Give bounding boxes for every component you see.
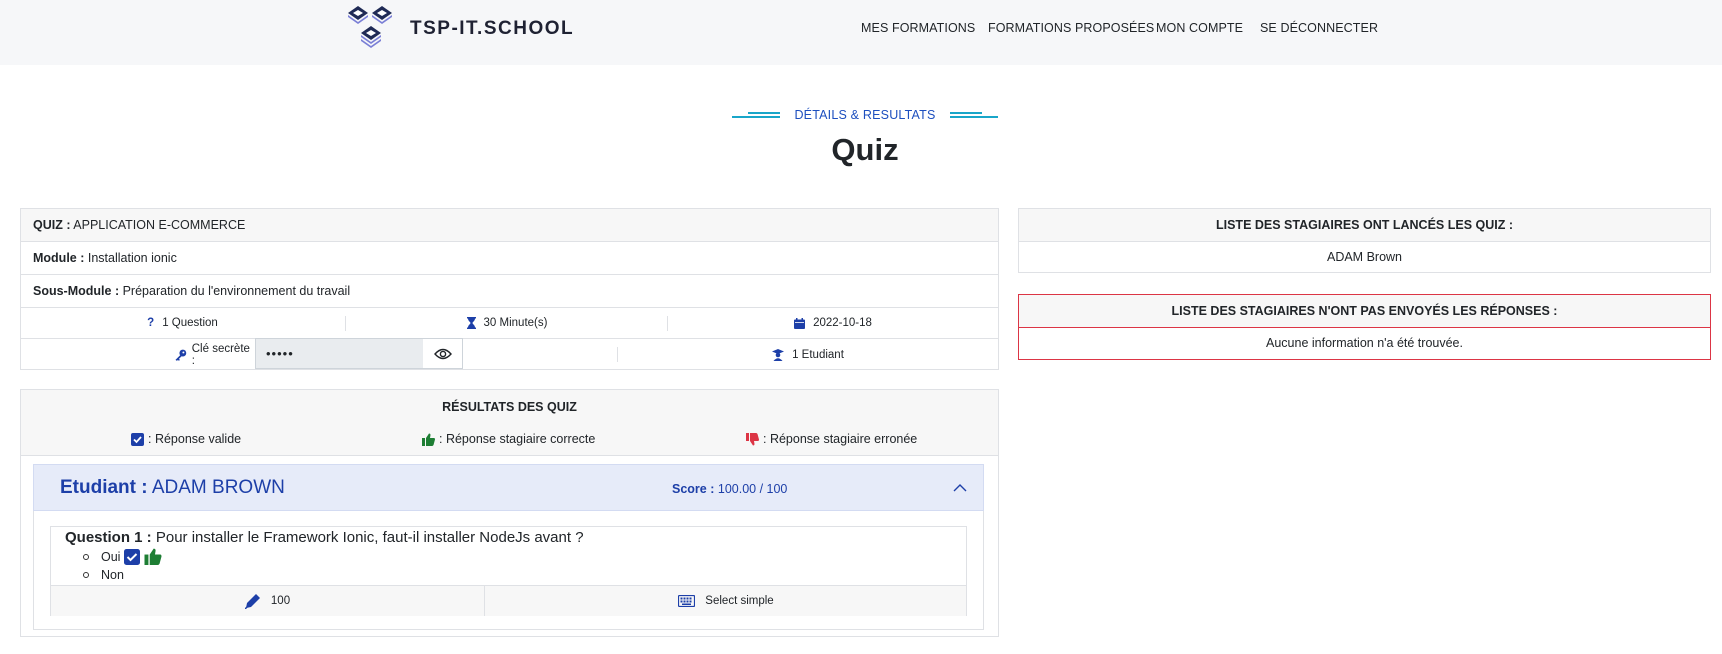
results-header: RÉSULTATS DES QUIZ bbox=[21, 390, 998, 456]
nav-formations-proposees[interactable]: FORMATIONS PROPOSÉES bbox=[988, 21, 1154, 35]
pen-icon bbox=[244, 594, 260, 609]
stats-row: ? 1 Question 30 Minute(s) 2022-10-18 bbox=[21, 308, 998, 339]
not-sent-list-heading: LISTE DES STAGIAIRES N'ONT PAS ENVOYÉS L… bbox=[1019, 295, 1710, 328]
question-card: Question 1 : Pour installer le Framework… bbox=[50, 526, 967, 616]
section-subtitle-text: DÉTAILS & RESULTATS bbox=[794, 108, 936, 122]
legend-correct-text: : Réponse stagiaire correcte bbox=[439, 432, 596, 446]
not-sent-list-card: LISTE DES STAGIAIRES N'ONT PAS ENVOYÉS L… bbox=[1018, 294, 1711, 360]
calendar-icon bbox=[794, 317, 806, 329]
legend-valid-text: : Réponse valide bbox=[148, 432, 242, 446]
duration: 30 Minute(s) bbox=[346, 308, 668, 338]
eye-icon bbox=[433, 348, 452, 359]
thumbs-up-icon bbox=[144, 548, 162, 565]
question-type-text: Select simple bbox=[705, 595, 774, 607]
results-heading: RÉSULTATS DES QUIZ bbox=[442, 400, 577, 414]
bullet-icon bbox=[83, 553, 89, 560]
question-points-text: 100 bbox=[270, 595, 291, 607]
quiz-label: QUIZ : bbox=[33, 218, 71, 232]
option-oui: Oui bbox=[83, 548, 162, 565]
question-label: Question 1 : bbox=[65, 529, 152, 546]
nav-mon-compte[interactable]: MON COMPTE bbox=[1156, 21, 1243, 35]
quiz-row: QUIZ : APPLICATION E-COMMERCE bbox=[21, 209, 998, 242]
launched-list-item: ADAM Brown bbox=[1326, 250, 1403, 264]
launched-list-card: LISTE DES STAGIAIRES ONT LANCÉS LES QUIZ… bbox=[1018, 208, 1711, 273]
secret-key-label: Clé secrète : bbox=[191, 342, 250, 367]
date-text: 2022-10-18 bbox=[813, 317, 872, 329]
launched-list-heading: LISTE DES STAGIAIRES ONT LANCÉS LES QUIZ… bbox=[1019, 209, 1710, 242]
section-subtitle: DÉTAILS & RESULTATS bbox=[732, 108, 998, 122]
secret-key-input[interactable]: ••••• bbox=[255, 338, 424, 369]
question-title: Question 1 : Pour installer le Framework… bbox=[65, 529, 584, 546]
thumbs-up-icon bbox=[422, 433, 435, 446]
toggle-visibility-button[interactable] bbox=[423, 338, 463, 369]
sous-module-row: Sous-Module : Préparation du l'environne… bbox=[21, 275, 998, 308]
legend-wrong-text: : Réponse stagiaire erronée bbox=[763, 432, 918, 446]
student-accordion-header[interactable]: Etudiant : ADAM BROWN Score : 100.00 / 1… bbox=[33, 464, 984, 511]
chevron-up-icon[interactable] bbox=[953, 483, 967, 492]
question-points: 100 bbox=[51, 586, 485, 616]
quiz-value: APPLICATION E-COMMERCE bbox=[73, 218, 246, 232]
decor-lines-left bbox=[732, 112, 781, 121]
top-navbar: TSP-IT.SCHOOL MES FORMATIONS FORMATIONS … bbox=[0, 0, 1722, 65]
quiz-info-card: QUIZ : APPLICATION E-COMMERCE Module : I… bbox=[20, 208, 999, 370]
secret-key-label-wrap: Clé secrète : bbox=[175, 339, 255, 370]
score: Score : 100.00 / 100 bbox=[672, 482, 787, 496]
legend-valid: : Réponse valide bbox=[131, 432, 241, 446]
option-non-text: Non bbox=[101, 568, 124, 582]
nav-mes-formations[interactable]: MES FORMATIONS bbox=[861, 21, 975, 35]
page-title: Quiz bbox=[831, 132, 899, 167]
bullet-icon bbox=[83, 572, 89, 578]
option-non: Non bbox=[83, 568, 124, 582]
module-label: Module : bbox=[33, 251, 85, 265]
key-icon bbox=[175, 349, 187, 361]
module-value: Installation ionic bbox=[87, 251, 177, 265]
question-footer: 100 Select simple bbox=[51, 585, 966, 616]
graduate-icon bbox=[772, 348, 785, 361]
question-text: Pour installer le Framework Ionic, faut-… bbox=[155, 529, 584, 546]
question-count-text: 1 Question bbox=[162, 317, 218, 329]
decor-lines-right bbox=[949, 112, 998, 121]
logo-icon[interactable] bbox=[346, 4, 398, 54]
legend-wrong: : Réponse stagiaire erronée bbox=[746, 432, 917, 446]
question-mark-icon: ? bbox=[147, 317, 155, 329]
brand-name[interactable]: TSP-IT.SCHOOL bbox=[410, 18, 574, 40]
section-subtitle-wrap: DÉTAILS & RESULTATS bbox=[0, 108, 1722, 122]
score-label: Score : bbox=[672, 482, 715, 496]
student-name: ADAM BROWN bbox=[151, 477, 285, 498]
check-square-icon bbox=[131, 432, 144, 446]
hourglass-icon bbox=[466, 317, 476, 329]
option-oui-text: Oui bbox=[101, 549, 121, 564]
question-count: ? 1 Question bbox=[21, 308, 344, 338]
score-value: 100.00 / 100 bbox=[717, 482, 788, 496]
student-count: 1 Etudiant bbox=[618, 339, 998, 370]
student-label: Etudiant : bbox=[60, 477, 148, 498]
secret-key-row: Clé secrète : 1 Etudiant bbox=[21, 339, 998, 370]
check-square-icon bbox=[124, 548, 141, 565]
sous-module-value: Préparation du l'environnement du travai… bbox=[122, 284, 351, 298]
nav-se-deconnecter[interactable]: SE DÉCONNECTER bbox=[1260, 21, 1378, 35]
date: 2022-10-18 bbox=[668, 308, 998, 338]
thumbs-down-icon bbox=[746, 432, 759, 445]
legend-correct: : Réponse stagiaire correcte bbox=[422, 432, 595, 446]
student-count-text: 1 Etudiant bbox=[792, 348, 844, 361]
student-title: Etudiant : ADAM BROWN bbox=[60, 477, 285, 499]
module-row: Module : Installation ionic bbox=[21, 242, 998, 275]
duration-text: 30 Minute(s) bbox=[483, 317, 548, 329]
not-sent-empty-message: Aucune information n'a été trouvée. bbox=[1266, 336, 1463, 350]
sous-module-label: Sous-Module : bbox=[33, 284, 120, 298]
question-type: Select simple bbox=[486, 586, 966, 616]
keyboard-icon bbox=[678, 595, 696, 607]
